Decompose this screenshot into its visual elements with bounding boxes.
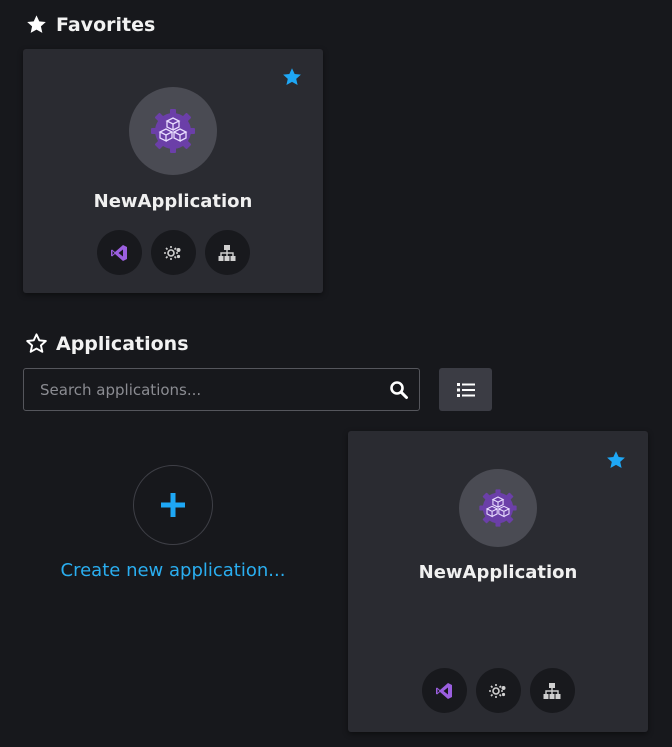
gear-settings-icon	[164, 245, 181, 260]
visual-studio-icon	[111, 244, 127, 261]
search-field	[23, 368, 420, 411]
app-name[interactable]: NewApplication	[23, 191, 323, 212]
cubes-gear-icon	[479, 489, 517, 527]
favorite-app-card[interactable]: NewApplication	[23, 49, 323, 293]
list-view-button[interactable]	[439, 368, 492, 411]
create-application-button[interactable]	[133, 465, 213, 545]
star-filled-icon[interactable]	[605, 449, 627, 471]
settings-button[interactable]	[150, 230, 196, 275]
hierarchy-button[interactable]	[529, 668, 575, 713]
create-application-link[interactable]: Create new application...	[23, 560, 323, 581]
app-tool-row	[348, 668, 648, 713]
applications-heading: Applications	[25, 332, 189, 355]
hierarchy-button[interactable]	[204, 230, 250, 275]
application-card[interactable]: NewApplication	[348, 431, 648, 732]
search-icon[interactable]	[389, 380, 409, 400]
gear-settings-icon	[489, 683, 506, 698]
star-outline-icon	[26, 333, 47, 353]
app-avatar	[459, 469, 537, 547]
hierarchy-icon	[543, 682, 561, 699]
star-filled-icon	[27, 15, 46, 33]
search-input[interactable]	[24, 369, 419, 410]
settings-button[interactable]	[475, 668, 521, 713]
visual-studio-button[interactable]	[421, 668, 467, 713]
hierarchy-icon	[218, 244, 236, 261]
favorites-title: Favorites	[56, 13, 156, 36]
cubes-gear-icon	[151, 109, 195, 153]
applications-title: Applications	[56, 332, 189, 355]
list-icon	[456, 382, 475, 397]
visual-studio-button[interactable]	[96, 230, 142, 275]
app-name[interactable]: NewApplication	[348, 562, 648, 583]
favorites-heading: Favorites	[25, 13, 155, 36]
plus-icon	[161, 493, 185, 517]
star-filled-icon[interactable]	[281, 66, 303, 88]
app-avatar	[129, 87, 217, 175]
app-tool-row	[23, 230, 323, 275]
visual-studio-icon	[436, 682, 452, 699]
